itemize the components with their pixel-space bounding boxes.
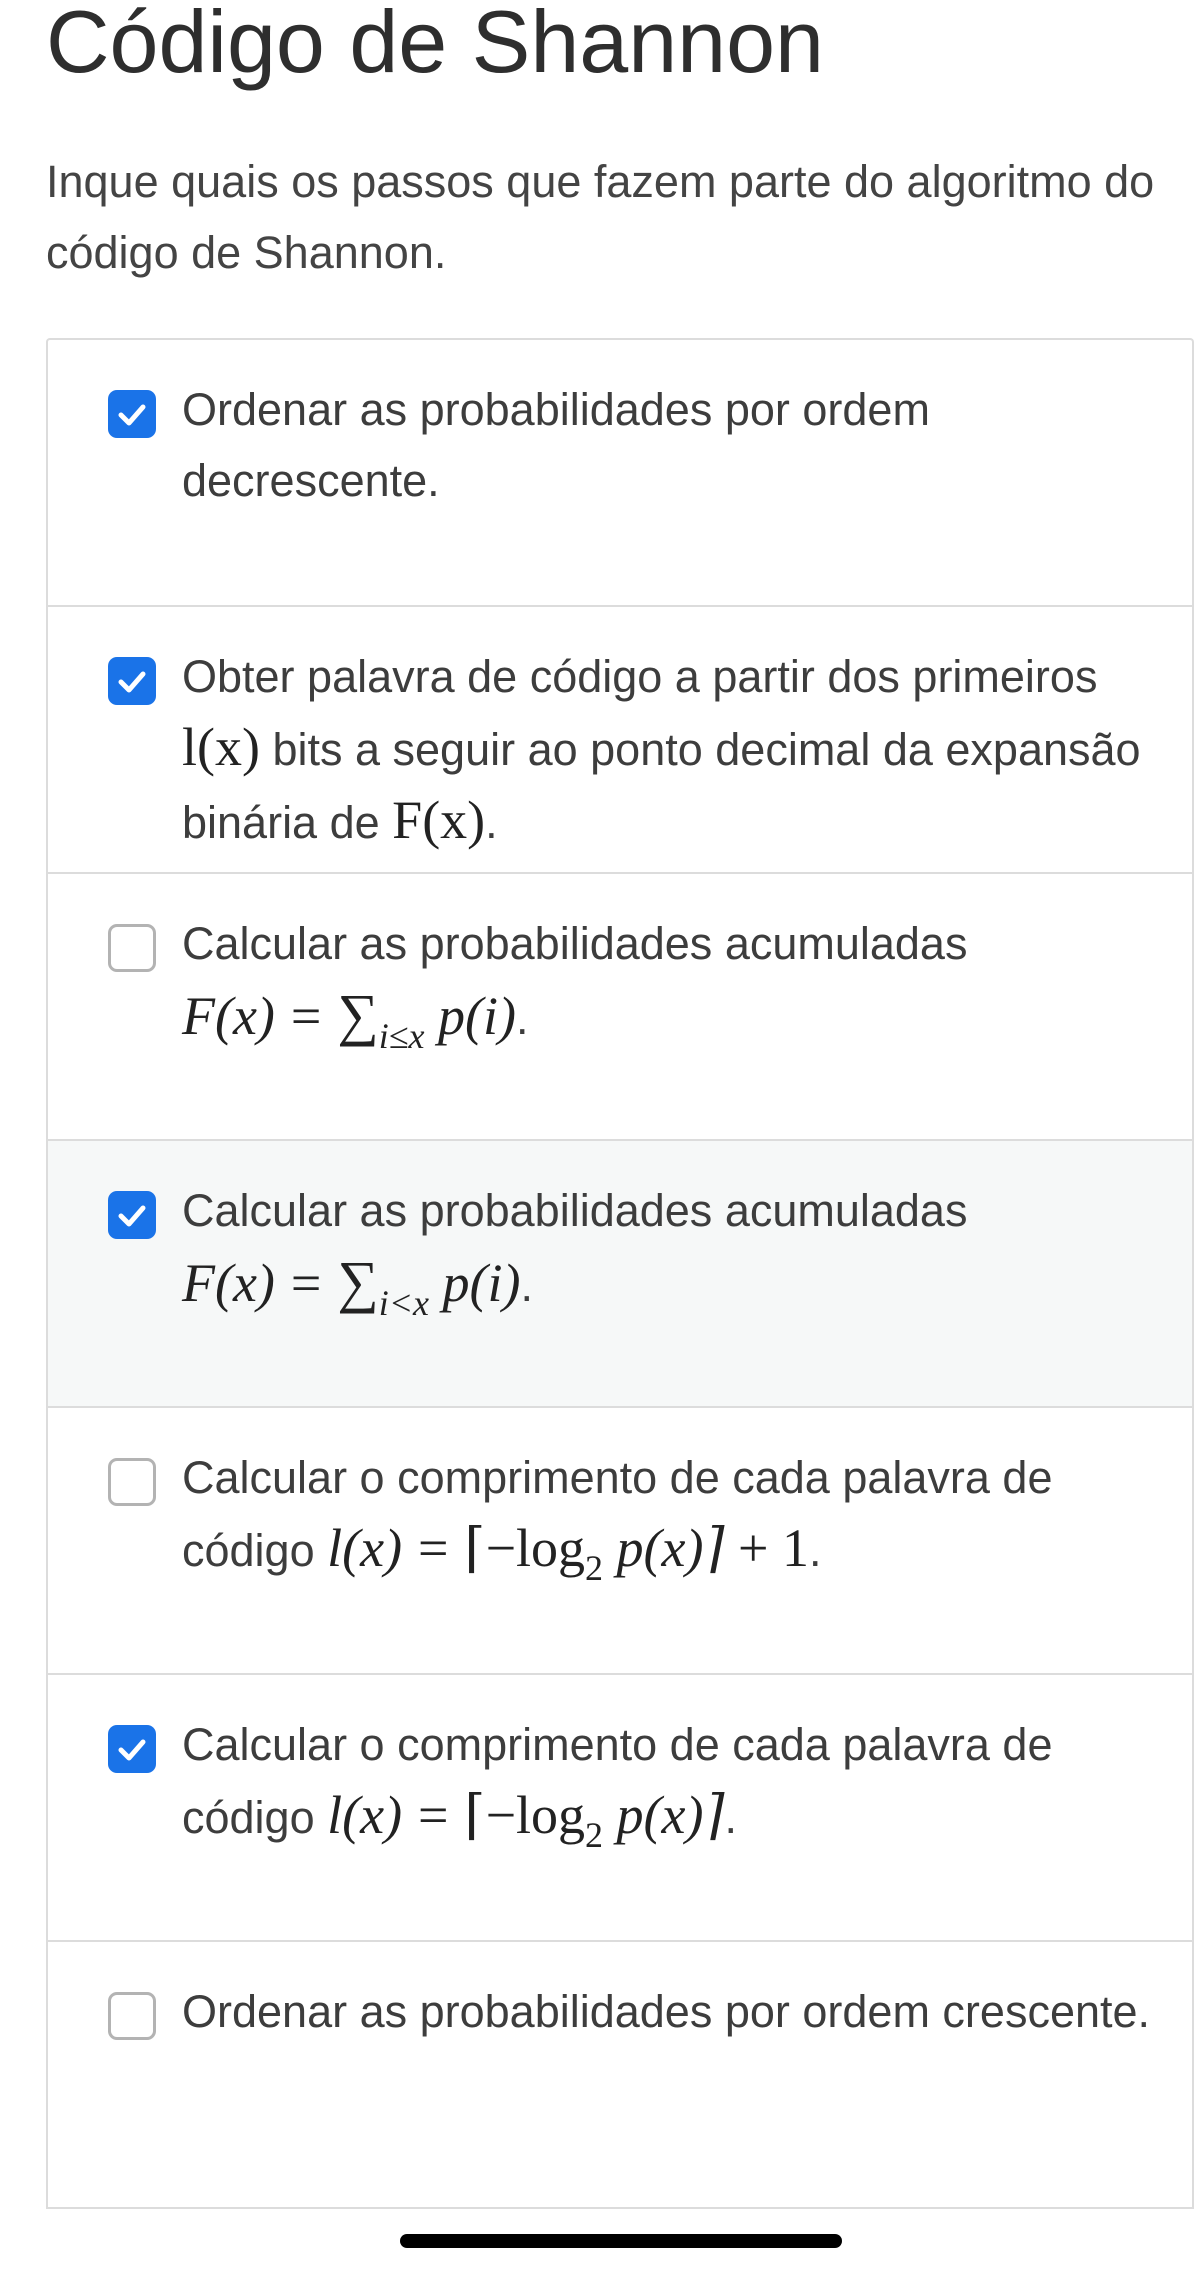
option-label: Ordenar as probabilidades por ordem decr…	[182, 374, 1172, 516]
math-length: l(x)	[182, 717, 260, 777]
option-text: Calcular as probabilidades acumuladas	[182, 1185, 968, 1236]
option-length-plus-one[interactable]: Calcular o comprimento de cada palavra d…	[48, 1408, 1192, 1675]
checkbox-unchecked[interactable]	[108, 924, 156, 972]
option-cumulative-lt[interactable]: Calcular as probabilidades acumuladas F(…	[48, 1141, 1192, 1408]
option-label: Calcular o comprimento de cada palavra d…	[182, 1709, 1172, 1853]
checkbox-checked[interactable]	[108, 1725, 156, 1773]
option-text: Obter palavra de código a partir dos pri…	[182, 651, 1098, 702]
option-sort-ascending[interactable]: Ordenar as probabilidades por ordem cres…	[48, 1942, 1192, 2209]
option-sort-descending[interactable]: Ordenar as probabilidades por ordem decr…	[48, 340, 1192, 607]
option-suffix: .	[809, 1525, 822, 1576]
option-length-ceil[interactable]: Calcular o comprimento de cada palavra d…	[48, 1675, 1192, 1942]
check-icon	[118, 671, 146, 693]
check-icon	[118, 1205, 146, 1227]
option-label: Ordenar as probabilidades por ordem cres…	[182, 1976, 1172, 2047]
option-suffix: .	[724, 1792, 738, 1843]
option-suffix: .	[520, 1260, 534, 1311]
page-title: Código de Shannon	[46, 0, 824, 91]
option-text: bits a seguir ao ponto decimal da expans…	[182, 724, 1141, 848]
option-label: Obter palavra de código a partir dos pri…	[182, 641, 1172, 858]
option-suffix: .	[515, 993, 529, 1044]
option-suffix: .	[485, 797, 498, 848]
home-indicator[interactable]	[400, 2234, 842, 2248]
math-formula: F(x) = ∑i<x p(i)	[182, 1249, 521, 1323]
quiz-page: Código de Shannon Inque quais os passos …	[0, 0, 1204, 2272]
option-label: Calcular o comprimento de cada palavra d…	[182, 1442, 1172, 1586]
option-text: Ordenar as probabilidades por ordem cres…	[182, 1986, 1151, 2037]
math-formula: l(x) = ⌈−log2 p(x)⌉	[327, 1785, 725, 1855]
option-codeword-from-binary-expansion[interactable]: Obter palavra de código a partir dos pri…	[48, 607, 1192, 874]
answer-options-list: Ordenar as probabilidades por ordem decr…	[46, 338, 1194, 2209]
option-cumulative-leq[interactable]: Calcular as probabilidades acumuladas F(…	[48, 874, 1192, 1141]
question-prompt: Inque quais os passos que fazem parte do…	[46, 156, 1155, 278]
checkbox-unchecked[interactable]	[108, 1458, 156, 1506]
check-icon	[118, 1739, 146, 1761]
checkbox-checked[interactable]	[108, 390, 156, 438]
math-formula: l(x) = ⌈−log2 p(x)⌉ + 1	[327, 1518, 810, 1588]
option-label: Calcular as probabilidades acumuladas F(…	[182, 1175, 1172, 1321]
option-text: Calcular as probabilidades acumuladas	[182, 918, 968, 969]
math-cumulative: F(x)	[392, 790, 486, 850]
checkbox-unchecked[interactable]	[108, 1992, 156, 2040]
checkbox-checked[interactable]	[108, 1191, 156, 1239]
check-icon	[118, 404, 146, 426]
option-text: Ordenar as probabilidades por ordem decr…	[182, 384, 930, 506]
checkbox-checked[interactable]	[108, 657, 156, 705]
option-label: Calcular as probabilidades acumuladas F(…	[182, 908, 1172, 1054]
math-formula: F(x) = ∑i≤x p(i)	[182, 982, 516, 1056]
